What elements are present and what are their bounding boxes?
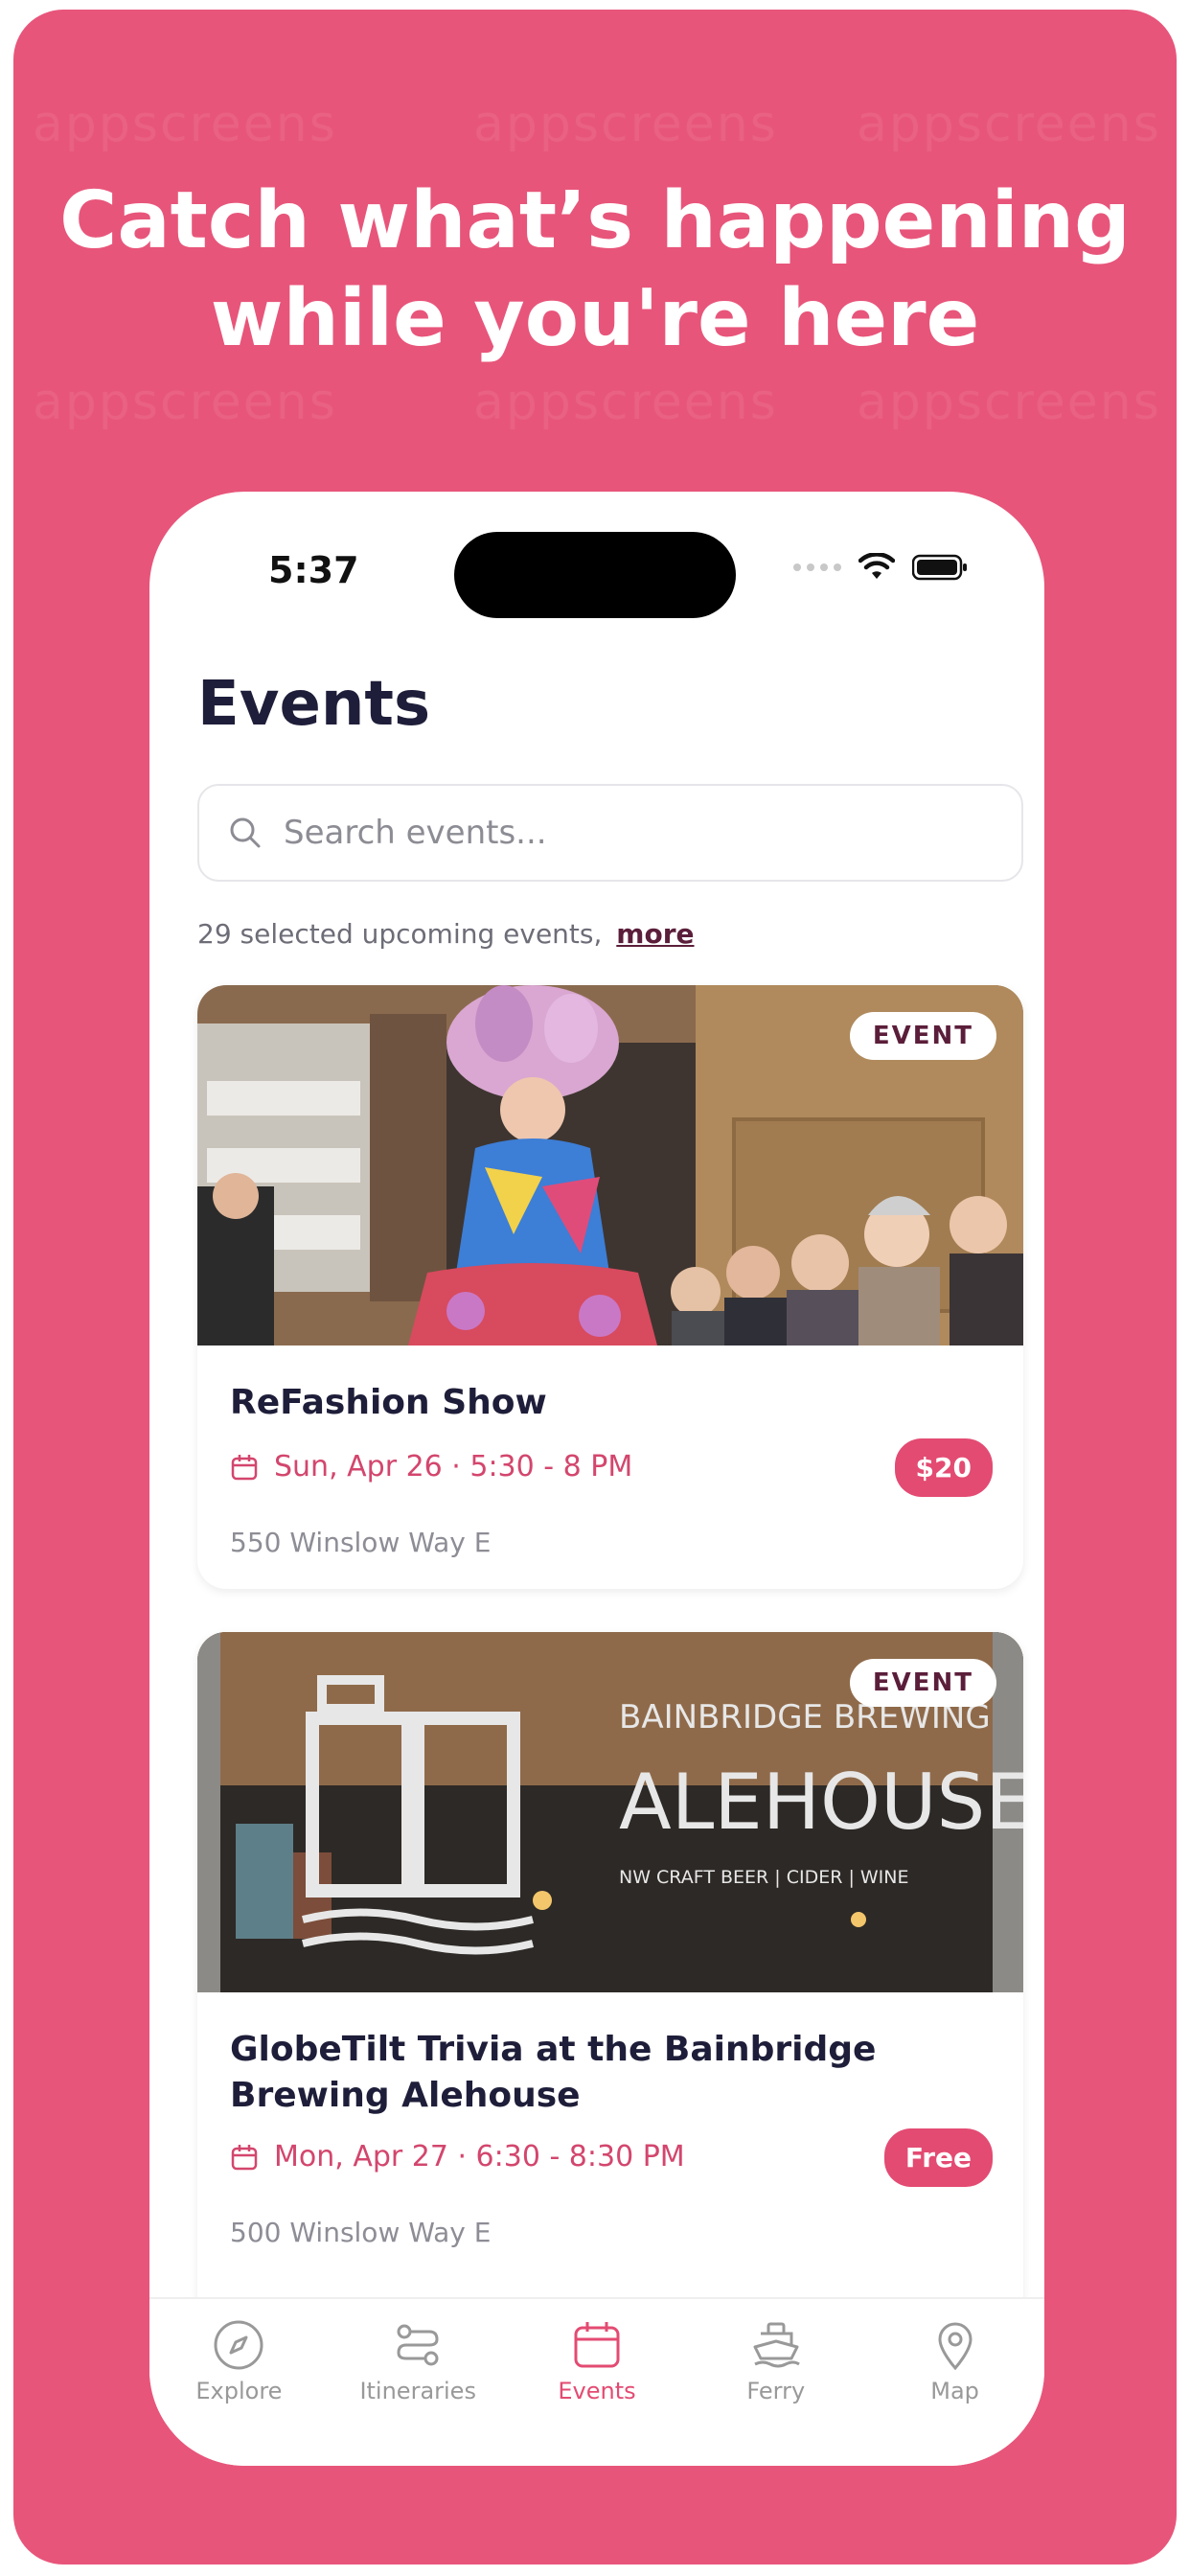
search-input[interactable] <box>282 813 995 853</box>
event-image: EVENT <box>197 985 1023 1346</box>
event-name: GlobeTilt Trivia at the Bainbridge Brewi… <box>230 2030 877 2115</box>
headline-line-1: Catch what’s happening <box>59 175 1131 266</box>
event-date-text: Sun, Apr 26 · 5:30 - 8 PM <box>274 1450 633 1484</box>
event-image: BAINBRIDGE BREWING ALEHOUSE NW CRAFT BEE… <box>197 1632 1023 1992</box>
route-icon <box>397 2324 439 2366</box>
event-badge: EVENT <box>849 1012 996 1060</box>
status-icons <box>793 553 968 582</box>
watermark: appscreens <box>473 374 778 431</box>
map-pin-icon <box>938 2322 973 2371</box>
tab-map[interactable]: Map <box>865 2299 1044 2466</box>
status-time: 5:37 <box>268 549 359 591</box>
battery-icon <box>912 554 967 581</box>
tab-explore[interactable]: Explore <box>149 2299 329 2466</box>
tab-events[interactable]: Events <box>508 2299 687 2466</box>
calendar-icon <box>574 2322 620 2368</box>
price-badge: $20 <box>894 1438 993 1497</box>
search-bar[interactable] <box>197 784 1023 882</box>
event-date-text: Mon, Apr 27 · 6:30 - 8:30 PM <box>274 2140 685 2174</box>
tab-bar: Explore Itineraries Events Ferry Map <box>149 2297 1044 2466</box>
tab-ferry[interactable]: Ferry <box>686 2299 865 2466</box>
watermark: appscreens <box>473 96 778 153</box>
events-count: 29 selected upcoming events, more <box>197 918 695 950</box>
watermark: appscreens <box>857 96 1161 153</box>
event-badge: EVENT <box>849 1659 996 1707</box>
tab-label: Map <box>930 2378 979 2404</box>
wifi-icon <box>858 553 895 579</box>
search-icon <box>230 817 261 848</box>
calendar-icon <box>231 2144 258 2170</box>
tab-itineraries[interactable]: Itineraries <box>329 2299 508 2466</box>
watermark: appscreens <box>33 374 337 431</box>
event-name: ReFashion Show <box>230 1383 547 1422</box>
price-badge: Free <box>883 2128 993 2187</box>
sign-line-3: NW CRAFT BEER | CIDER | WINE <box>619 1867 909 1888</box>
dynamic-island <box>454 532 736 618</box>
ferry-icon <box>753 2322 800 2368</box>
app-store-screenshot: appscreens appscreens appscreens appscre… <box>13 10 1177 2564</box>
calendar-icon <box>231 1454 258 1480</box>
page-title: Events <box>197 669 431 740</box>
event-date: Mon, Apr 27 · 6:30 - 8:30 PM <box>230 2140 685 2174</box>
phone-screen: 5:37 Events 29 selected upcom <box>149 492 1044 2466</box>
watermark: appscreens <box>857 374 1161 431</box>
event-date: Sun, Apr 26 · 5:30 - 8 PM <box>230 1450 632 1484</box>
event-card[interactable]: EVENT ReFashion Show Sun, Apr 26 · 5:30 … <box>197 985 1023 1589</box>
event-address: 550 Winslow Way E <box>230 1527 492 1558</box>
headline: Catch what’s happening while you're here <box>13 172 1177 368</box>
tab-label: Ferry <box>746 2378 806 2404</box>
tab-label: Events <box>558 2378 636 2404</box>
event-card[interactable]: BAINBRIDGE BREWING ALEHOUSE NW CRAFT BEE… <box>197 1632 1023 2322</box>
event-address: 500 Winslow Way E <box>230 2217 492 2248</box>
headline-line-2: while you're here <box>210 273 980 364</box>
tab-label: Itineraries <box>359 2378 476 2404</box>
more-link[interactable]: more <box>616 918 694 950</box>
sign-line-2: ALEHOUSE <box>619 1758 1023 1847</box>
events-count-text: 29 selected upcoming events, <box>197 918 603 950</box>
tab-label: Explore <box>195 2378 283 2404</box>
signal-dots-icon <box>793 564 841 571</box>
watermark: appscreens <box>33 96 337 153</box>
compass-icon <box>214 2320 263 2370</box>
